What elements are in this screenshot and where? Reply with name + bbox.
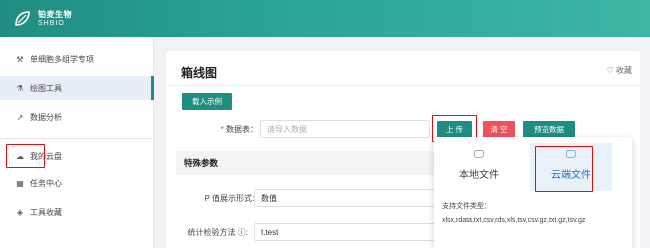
favorite-button[interactable]: ♡ 收藏 bbox=[607, 65, 632, 76]
sidebar-item-single-cell[interactable]: ⚒ 单细胞多组学专项 bbox=[0, 47, 154, 71]
preview-data-button[interactable]: 预览数据 bbox=[523, 121, 575, 138]
sidebar-item-label: 任务中心 bbox=[30, 178, 62, 188]
wrench-icon: ⚒ bbox=[16, 54, 24, 64]
sidebar-item-data-analysis[interactable]: ↗ 数据分析 bbox=[0, 105, 154, 129]
tag-icon: ◈ bbox=[16, 207, 24, 217]
sidebar-item-plot-tools[interactable]: ⚗ 绘图工具 bbox=[0, 76, 154, 100]
data-table-label: * 数据表： bbox=[186, 124, 258, 135]
sidebar-item-label: 单细胞多组学专项 bbox=[30, 54, 94, 64]
local-file-option[interactable]: 🖵 本地文件 bbox=[438, 143, 520, 191]
local-file-label: 本地文件 bbox=[459, 170, 499, 181]
sidebar-item-label: 绘图工具 bbox=[30, 83, 62, 93]
heart-icon: ♡ bbox=[606, 66, 614, 75]
highlight-box-my-cloud bbox=[6, 144, 45, 168]
p-display-value: 数值 bbox=[261, 193, 277, 203]
flask-icon: ⚗ bbox=[16, 83, 24, 93]
line-chart-icon: ↗ bbox=[16, 112, 24, 122]
monitor-icon: 🖵 bbox=[474, 149, 484, 160]
brand-name-en: SHBIO bbox=[38, 20, 65, 27]
logo-mark-icon bbox=[12, 8, 34, 30]
stat-method-select[interactable]: t.test bbox=[254, 223, 436, 241]
sidebar-item-label: 工具收藏 bbox=[30, 207, 62, 217]
top-bar: 铂麦生物 SHBIO bbox=[0, 0, 650, 37]
stat-method-label-text: 统计检验方法 bbox=[187, 228, 236, 237]
sidebar-divider bbox=[0, 138, 154, 139]
brand-logo[interactable]: 铂麦生物 SHBIO bbox=[12, 8, 72, 30]
data-table-label-text: 数据表： bbox=[226, 125, 258, 134]
title-divider bbox=[166, 85, 640, 86]
clear-button[interactable]: 清 空 bbox=[483, 121, 515, 138]
favorite-label: 收藏 bbox=[616, 66, 632, 75]
brand-name-cn: 铂麦生物 bbox=[38, 10, 72, 19]
load-example-button[interactable]: 载入示例 bbox=[182, 93, 232, 110]
sidebar-item-tool-favorites[interactable]: ◈ 工具收藏 bbox=[0, 200, 154, 224]
file-types-list: xlsx,rdata,txt,csv,rds,xls,tsv,csv.gz,tx… bbox=[442, 217, 586, 224]
upload-popover: 🖵 本地文件 🖵 云端文件 支持文件类型： xlsx,rdata,txt,csv… bbox=[434, 137, 632, 248]
file-types-title: 支持文件类型： bbox=[442, 203, 491, 210]
highlight-box-cloud-file bbox=[535, 146, 593, 192]
sidebar: ⚒ 单细胞多组学专项 ⚗ 绘图工具 ↗ 数据分析 ☁ 我的云盘 ▦ 任务中心 ◈… bbox=[0, 37, 154, 248]
stat-method-label: 统计检验方法 ⓘ: bbox=[176, 227, 248, 238]
p-display-label: P 值展示形式： bbox=[204, 194, 260, 203]
calendar-icon: ▦ bbox=[16, 178, 24, 188]
page-title: 箱线图 bbox=[181, 66, 218, 80]
stat-method-value: t.test bbox=[261, 227, 279, 237]
data-input[interactable]: 请导入数据 bbox=[260, 120, 430, 138]
sidebar-item-label: 数据分析 bbox=[30, 112, 62, 122]
help-icon[interactable]: ⓘ: bbox=[236, 228, 248, 237]
p-display-select[interactable]: 数值 bbox=[254, 189, 436, 207]
sidebar-item-task-center[interactable]: ▦ 任务中心 bbox=[0, 171, 154, 195]
